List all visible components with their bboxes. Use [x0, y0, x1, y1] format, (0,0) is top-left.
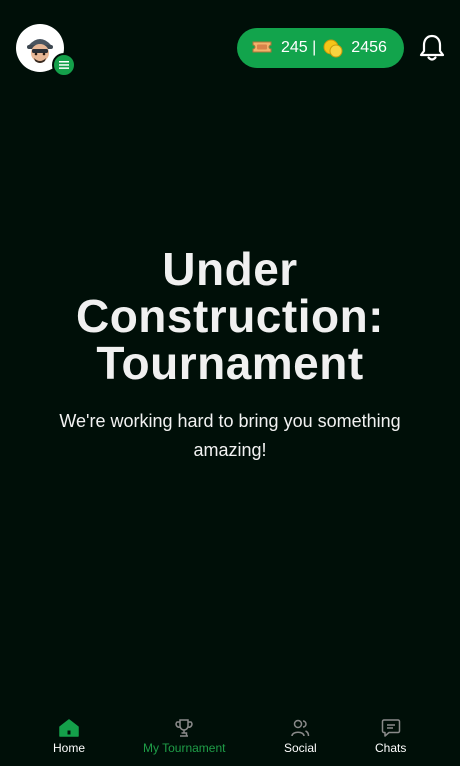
wallet-balance[interactable]: 245 | 2456 [237, 28, 404, 68]
page-subtitle: We're working hard to bring you somethin… [59, 411, 401, 460]
nav-my-tournament-label: My Tournament [143, 741, 226, 755]
coin-icon [322, 37, 344, 59]
chat-bubble-icon [381, 718, 401, 738]
nav-social-label: Social [284, 741, 317, 755]
notifications-button[interactable] [418, 33, 446, 63]
hamburger-menu-icon [59, 61, 69, 69]
ticket-icon [252, 39, 274, 57]
ticket-count: 245 | [281, 39, 317, 56]
trophy-icon [174, 718, 194, 738]
bell-icon [419, 34, 445, 61]
home-icon [59, 718, 79, 738]
nav-chats-label: Chats [375, 741, 407, 755]
page-title: Under Construction: Tournament [75, 243, 384, 389]
nav-social[interactable]: Social [284, 718, 317, 755]
profile-avatar-button[interactable] [16, 24, 76, 77]
nav-my-tournament[interactable]: My Tournament [143, 718, 225, 755]
under-construction-section: Under Construction: Tournament We're wor… [0, 246, 460, 465]
menu-toggle-button[interactable] [52, 53, 76, 77]
nav-home-label: Home [53, 741, 86, 755]
coin-count: 2456 [351, 39, 387, 56]
bottom-navigation: Home My Tournament Social Chats [0, 706, 460, 766]
top-bar: 245 | 2456 [0, 0, 460, 96]
nav-home[interactable]: Home [53, 718, 85, 755]
users-icon [290, 718, 310, 738]
nav-chats[interactable]: Chats [375, 718, 406, 755]
